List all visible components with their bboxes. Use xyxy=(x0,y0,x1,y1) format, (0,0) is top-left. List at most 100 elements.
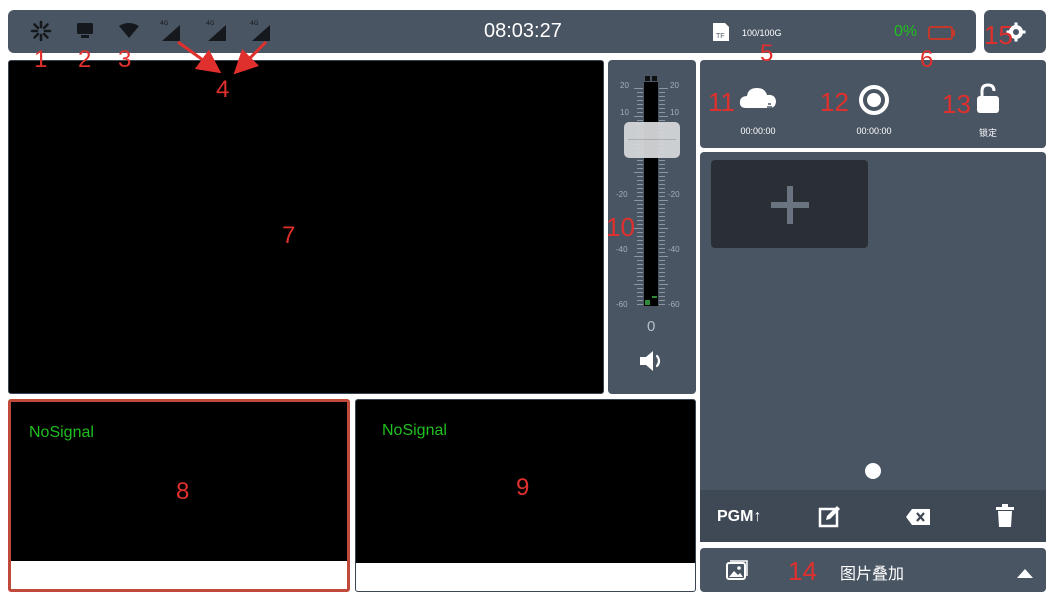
sd-card-icon: TF xyxy=(712,22,730,46)
meter-tick xyxy=(659,196,665,197)
delete-icon[interactable] xyxy=(995,504,1015,532)
meter-tick xyxy=(659,164,665,165)
meter-tick xyxy=(637,292,643,293)
annotation-3: 3 xyxy=(118,46,132,73)
meter-tick xyxy=(659,268,665,269)
source-label-strip xyxy=(11,561,347,589)
overlay-panel xyxy=(700,152,1046,542)
expand-icon[interactable] xyxy=(1016,564,1034,583)
signal-label: 4G xyxy=(206,20,215,27)
meter-tick xyxy=(659,208,665,209)
meter-tick xyxy=(637,280,643,281)
meter-tick xyxy=(634,256,643,257)
meter-tick xyxy=(634,116,643,117)
meter-tick xyxy=(637,196,643,197)
meter-tick xyxy=(637,236,643,237)
signal-label: 4G xyxy=(250,20,259,27)
meter-tick xyxy=(659,200,668,201)
plus-icon xyxy=(771,186,809,224)
volume-fader-handle[interactable] xyxy=(624,122,680,158)
meter-peak xyxy=(652,76,657,81)
main-preview[interactable] xyxy=(8,60,604,394)
no-signal-label: NoSignal xyxy=(382,422,447,439)
meter-tick xyxy=(659,256,668,257)
meter-tick xyxy=(637,216,643,217)
annotation-6: 6 xyxy=(920,46,934,73)
annotation-15: 15 xyxy=(984,20,1013,50)
meter-tick xyxy=(637,212,643,213)
meter-tick xyxy=(659,108,665,109)
meter-tick xyxy=(659,300,665,301)
source-label-strip xyxy=(356,563,695,591)
meter-tick xyxy=(637,96,643,97)
record-button[interactable] xyxy=(858,84,890,120)
add-overlay-button[interactable] xyxy=(711,160,868,248)
meter-tick xyxy=(659,292,665,293)
speaker-icon[interactable] xyxy=(638,348,666,378)
meter-tick xyxy=(634,200,643,201)
meter-tick xyxy=(659,100,665,101)
annotation-12: 12 xyxy=(820,87,849,117)
pgm-button[interactable]: PGM↑ xyxy=(717,508,761,526)
meter-tick xyxy=(659,92,665,93)
meter-tick xyxy=(659,104,665,105)
meter-tick xyxy=(659,216,665,217)
wifi-icon xyxy=(118,23,140,43)
meter-tick xyxy=(659,180,665,181)
meter-tick xyxy=(637,276,643,277)
network-status-icon xyxy=(30,20,52,46)
meter-tick xyxy=(659,260,665,261)
cloud-stream-button[interactable] xyxy=(738,84,780,116)
unlock-button[interactable] xyxy=(976,82,1000,118)
page-indicator-dot[interactable] xyxy=(865,463,881,479)
meter-tick xyxy=(637,92,643,93)
meter-tick xyxy=(659,304,665,305)
meter-tick xyxy=(637,176,643,177)
meter-tick xyxy=(659,232,665,233)
meter-tick xyxy=(659,88,668,89)
annotation-1: 1 xyxy=(34,46,48,73)
meter-tick xyxy=(659,112,665,113)
meter-tick xyxy=(659,184,665,185)
meter-tick xyxy=(637,224,643,225)
meter-tick xyxy=(637,248,643,249)
status-bar: 4G 4G 4G 08:03:27 TF 100/100G 0% xyxy=(8,10,976,53)
meter-tick xyxy=(637,160,643,161)
annotation-8: 8 xyxy=(176,478,190,505)
image-overlay-bar[interactable]: 图片叠加 xyxy=(700,548,1046,592)
meter-tick xyxy=(659,120,665,121)
meter-tick xyxy=(659,296,665,297)
annotation-11: 11 xyxy=(708,87,735,117)
meter-tick xyxy=(659,252,665,253)
battery-percent: 0% xyxy=(894,23,918,40)
meter-tick xyxy=(637,240,643,241)
control-panel: 00:00:00 00:00:00 锁定 xyxy=(700,60,1046,148)
annotation-10: 10 xyxy=(606,212,635,242)
overlay-label: 图片叠加 xyxy=(840,564,905,583)
meter-tick xyxy=(637,104,643,105)
edit-icon[interactable] xyxy=(818,505,842,533)
meter-level xyxy=(645,300,650,305)
meter-tick xyxy=(659,264,665,265)
scale-label: -20 xyxy=(616,190,628,199)
meter-tick xyxy=(659,228,668,229)
meter-tick xyxy=(634,88,643,89)
meter-tick xyxy=(637,112,643,113)
annotation-13: 13 xyxy=(942,89,971,119)
meter-tick xyxy=(637,288,643,289)
meter-tick xyxy=(637,188,643,189)
meter-tick xyxy=(637,168,643,169)
meter-tick xyxy=(637,300,643,301)
meter-tick xyxy=(637,120,643,121)
meter-tick xyxy=(637,296,643,297)
meter-tick xyxy=(659,160,665,161)
annotation-7: 7 xyxy=(282,222,296,249)
meter-tick xyxy=(659,192,665,193)
scale-label: 20 xyxy=(620,81,629,90)
annotation-2: 2 xyxy=(78,46,92,73)
meter-tick xyxy=(637,204,643,205)
clear-icon[interactable] xyxy=(905,508,931,530)
scale-label: -60 xyxy=(616,300,628,309)
meter-tick xyxy=(659,212,665,213)
meter-tick xyxy=(634,284,643,285)
